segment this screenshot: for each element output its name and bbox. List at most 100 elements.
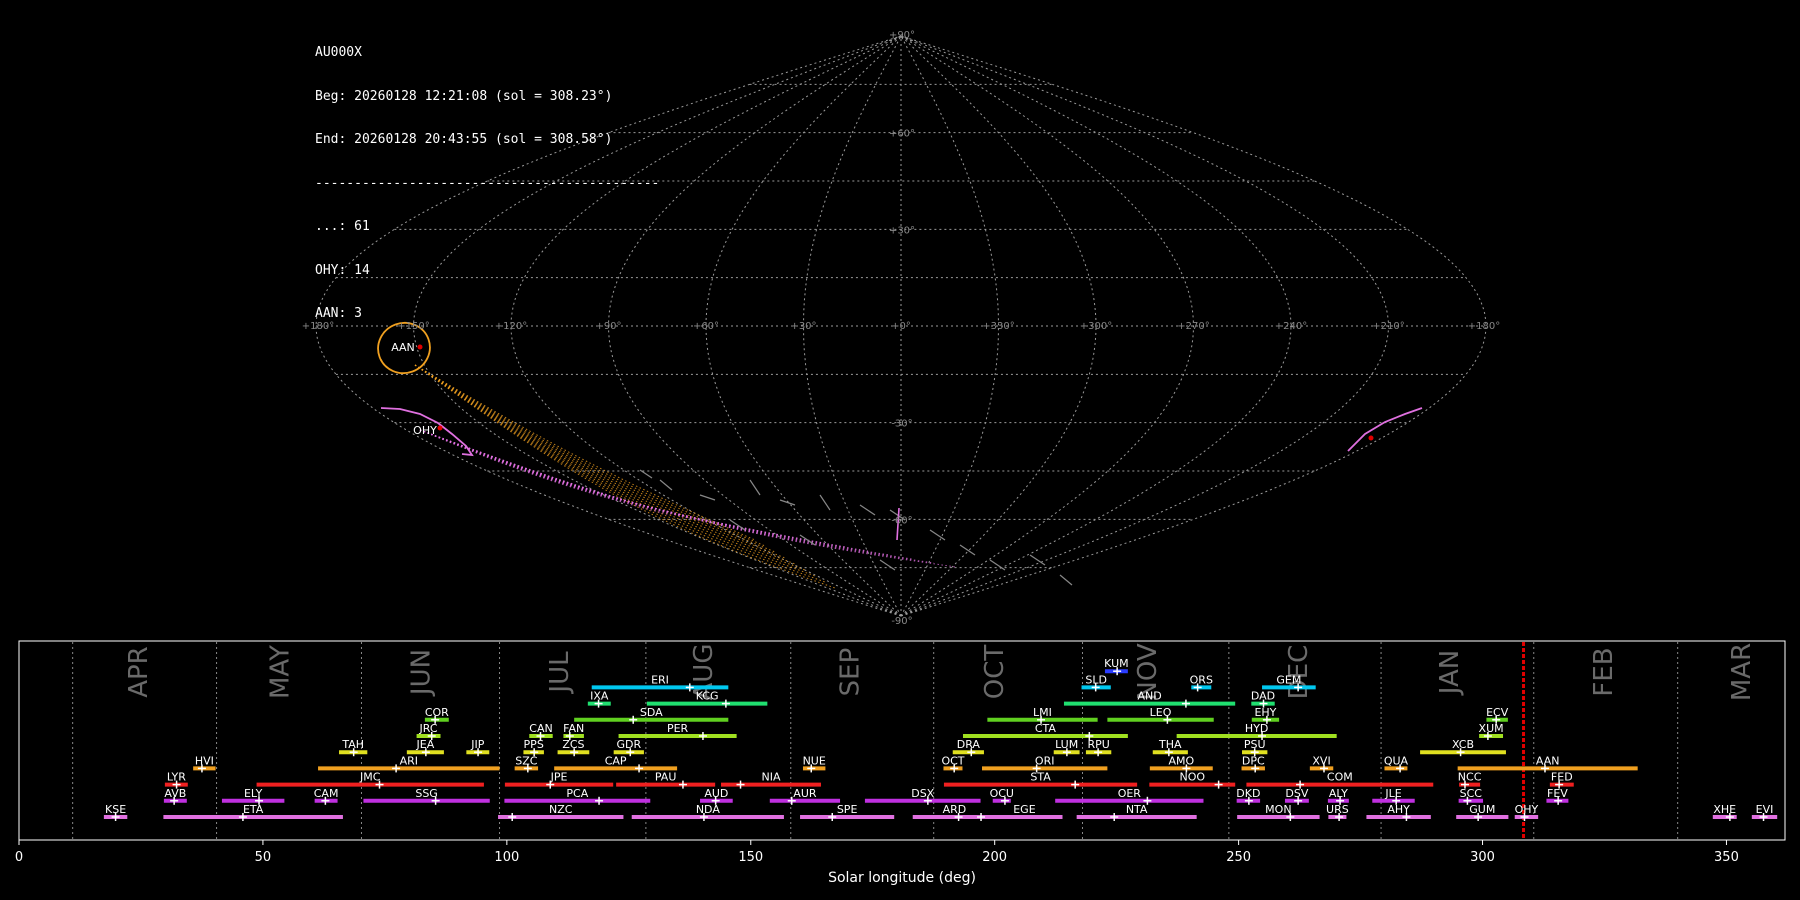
lat-tick-label: -90° <box>891 616 912 627</box>
shower-label: AND <box>1137 690 1161 703</box>
shower-timeline: APR MAY JUN JUL AUG SEP OCT NOV DEC JAN FEB MAR KUM… <box>15 640 1786 886</box>
shower-label: MON <box>1265 803 1291 816</box>
x-tick-label: 0 <box>15 850 23 865</box>
shower-label: NZC <box>549 803 573 816</box>
shower-label: ALY <box>1329 787 1348 800</box>
month-label: JUN <box>406 649 436 697</box>
shower-label: AAN <box>1536 754 1560 767</box>
ohy-wrap-point <box>1368 435 1374 441</box>
shower-label: EVI <box>1756 803 1774 816</box>
shower-label: PPS <box>524 738 544 751</box>
count-unassociated: ...: 61 <box>315 219 370 234</box>
shower-label: THA <box>1158 738 1182 751</box>
shower-label: QUA <box>1384 754 1409 767</box>
shower-label: LEO <box>1150 706 1172 719</box>
meteor-streak <box>959 544 976 556</box>
shower-label: CAM <box>314 787 339 800</box>
shower-label: NOO <box>1179 771 1205 784</box>
meteor-streak <box>879 559 896 571</box>
shower-label: AUD <box>704 787 728 800</box>
x-tick-label: 200 <box>982 850 1007 865</box>
aan-trail <box>414 364 756 541</box>
shower-label: SPE <box>837 803 858 816</box>
shower-label: OHY <box>1515 803 1539 816</box>
aan-trail <box>414 364 766 547</box>
shower-label: SLD <box>1085 673 1107 686</box>
shower-label: OER <box>1118 787 1142 800</box>
shower-label: JLE <box>1384 787 1401 800</box>
shower-label: HYD <box>1245 722 1268 735</box>
x-tick-label: 300 <box>1470 850 1495 865</box>
x-tick-label: 350 <box>1714 850 1739 865</box>
sky-shower-label: AAN <box>391 341 415 354</box>
meteor-streak <box>659 479 673 491</box>
shower-label: DPC <box>1242 754 1265 767</box>
lon-tick-label: +300° <box>1080 321 1112 332</box>
shower-bars: KUM ERI SLD ORS GEM IXA KCG AND DAD COR SDA LMI LEO E… <box>103 657 1778 821</box>
shower-label: NTA <box>1126 803 1148 816</box>
shower-label: TAH <box>341 738 364 751</box>
shower-label: SCC <box>1460 787 1483 800</box>
shower-label: SZC <box>515 754 538 767</box>
ohy-trail <box>419 429 957 568</box>
shower-label: ERI <box>651 673 669 686</box>
month-label: JUL <box>545 651 575 695</box>
shower-label: XVI <box>1312 754 1330 767</box>
lat-tick-label: -30° <box>891 419 912 430</box>
shower-label: SSG <box>415 787 438 800</box>
shower-label: JPE <box>550 771 568 784</box>
shower-label: DAD <box>1251 690 1275 703</box>
ohy-radiant-point <box>437 425 443 431</box>
lon-tick-label: +30° <box>790 321 816 332</box>
lon-tick-label: +330° <box>982 321 1014 332</box>
shower-label: JIP <box>470 738 484 751</box>
aan-trail <box>414 364 786 559</box>
shower-label: GEM <box>1276 673 1301 686</box>
shower-label: GDR <box>616 738 641 751</box>
shower-label: IXA <box>590 690 609 703</box>
meteor-streak <box>699 494 716 501</box>
shower-label: ECV <box>1486 706 1509 719</box>
shower-label: DSV <box>1285 787 1308 800</box>
begin-time: Beg: 20260128 12:21:08 (sol = 308.23°) <box>315 88 613 104</box>
month-label: MAY <box>265 645 295 699</box>
shower-label: LUM <box>1055 738 1078 751</box>
meteor-streak <box>749 479 761 496</box>
shower-label: EGE <box>1013 803 1035 816</box>
shower-label: PCA <box>566 787 588 800</box>
shower-label: OCT <box>941 754 964 767</box>
shower-label: ETA <box>243 803 264 816</box>
shower-label: DSX <box>911 787 934 800</box>
shower-label: COM <box>1327 771 1353 784</box>
ohy-trail <box>419 429 803 540</box>
sky-shower-label: OHY <box>413 424 437 437</box>
shower-label: AUR <box>793 787 817 800</box>
shower-label: NIA <box>762 771 781 784</box>
shower-label: PSU <box>1244 738 1266 751</box>
end-time: End: 20260128 20:43:55 (sol = 308.58°) <box>315 132 613 147</box>
aan-trail <box>414 364 776 553</box>
count-aan: AAN: 3 <box>315 306 362 321</box>
info-box: AU000X Beg: 20260128 12:21:08 (sol = 308… <box>315 17 659 336</box>
lat-tick-label: +90° <box>889 30 915 41</box>
month-label: FEB <box>1589 647 1619 696</box>
shower-label: KCG <box>696 690 719 703</box>
shower-label: JRC <box>419 722 438 735</box>
lat-tick-label: +60° <box>889 129 915 140</box>
shower-label: GUM <box>1469 803 1495 816</box>
meridian-line <box>900 35 1390 617</box>
meteor-streak <box>859 504 876 516</box>
shower-label: URS <box>1326 803 1349 816</box>
ohy-trail <box>419 429 891 556</box>
month-label: JAN <box>1435 650 1465 696</box>
shower-label: JEA <box>416 738 435 751</box>
month-label: MAR <box>1727 643 1757 701</box>
shower-label: NCC <box>1458 771 1482 784</box>
shower-label: ZCS <box>562 738 584 751</box>
ohy-trail <box>419 429 869 552</box>
ohy-trail <box>419 429 737 528</box>
ohy-trail <box>419 429 913 560</box>
ohy-trail <box>419 429 693 520</box>
shower-label: DKD <box>1236 787 1260 800</box>
shower-label: XHE <box>1713 803 1736 816</box>
